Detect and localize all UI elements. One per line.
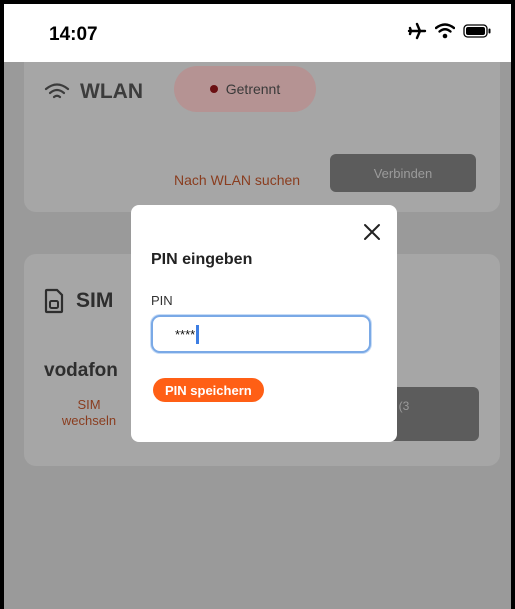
pin-input[interactable]: **** <box>151 315 371 353</box>
status-bar: 14:07 <box>4 4 511 62</box>
wifi-icon <box>435 23 455 39</box>
close-icon[interactable] <box>361 221 383 243</box>
pin-value: **** <box>175 326 196 342</box>
change-sim-link[interactable]: SIM wechseln <box>49 397 129 429</box>
wlan-card: WLAN Getrennt Nach WLAN suchen Verbinden <box>24 42 500 212</box>
sim-title: SIM <box>44 288 113 314</box>
status-time: 14:07 <box>49 24 98 45</box>
text-caret <box>196 324 200 344</box>
wlan-title-label: WLAN <box>80 80 143 103</box>
pin-label: PIN <box>151 293 173 308</box>
wifi-icon <box>44 83 70 99</box>
provider-name: vodafon <box>44 360 118 381</box>
phone-screen: 14:07 WLAN Getrennt Nach WLAN suchen Ver… <box>4 4 511 609</box>
status-dot <box>209 85 218 93</box>
status-badge: Getrennt <box>174 66 316 112</box>
wlan-title: WLAN <box>44 80 143 104</box>
save-pin-button[interactable]: PIN speichern <box>153 378 264 402</box>
battery-icon <box>463 24 491 38</box>
status-icons <box>407 22 491 40</box>
airplane-icon <box>407 22 427 40</box>
sim-card-icon <box>44 288 64 314</box>
pin-dialog: PIN eingeben PIN **** PIN speichern <box>131 205 397 442</box>
status-text: Getrennt <box>225 81 281 97</box>
sim-title-label: SIM <box>76 289 114 312</box>
search-wlan-link[interactable]: Nach WLAN suchen <box>174 172 300 188</box>
dialog-title: PIN eingeben <box>151 251 253 268</box>
connect-button[interactable]: Verbinden <box>330 154 476 192</box>
